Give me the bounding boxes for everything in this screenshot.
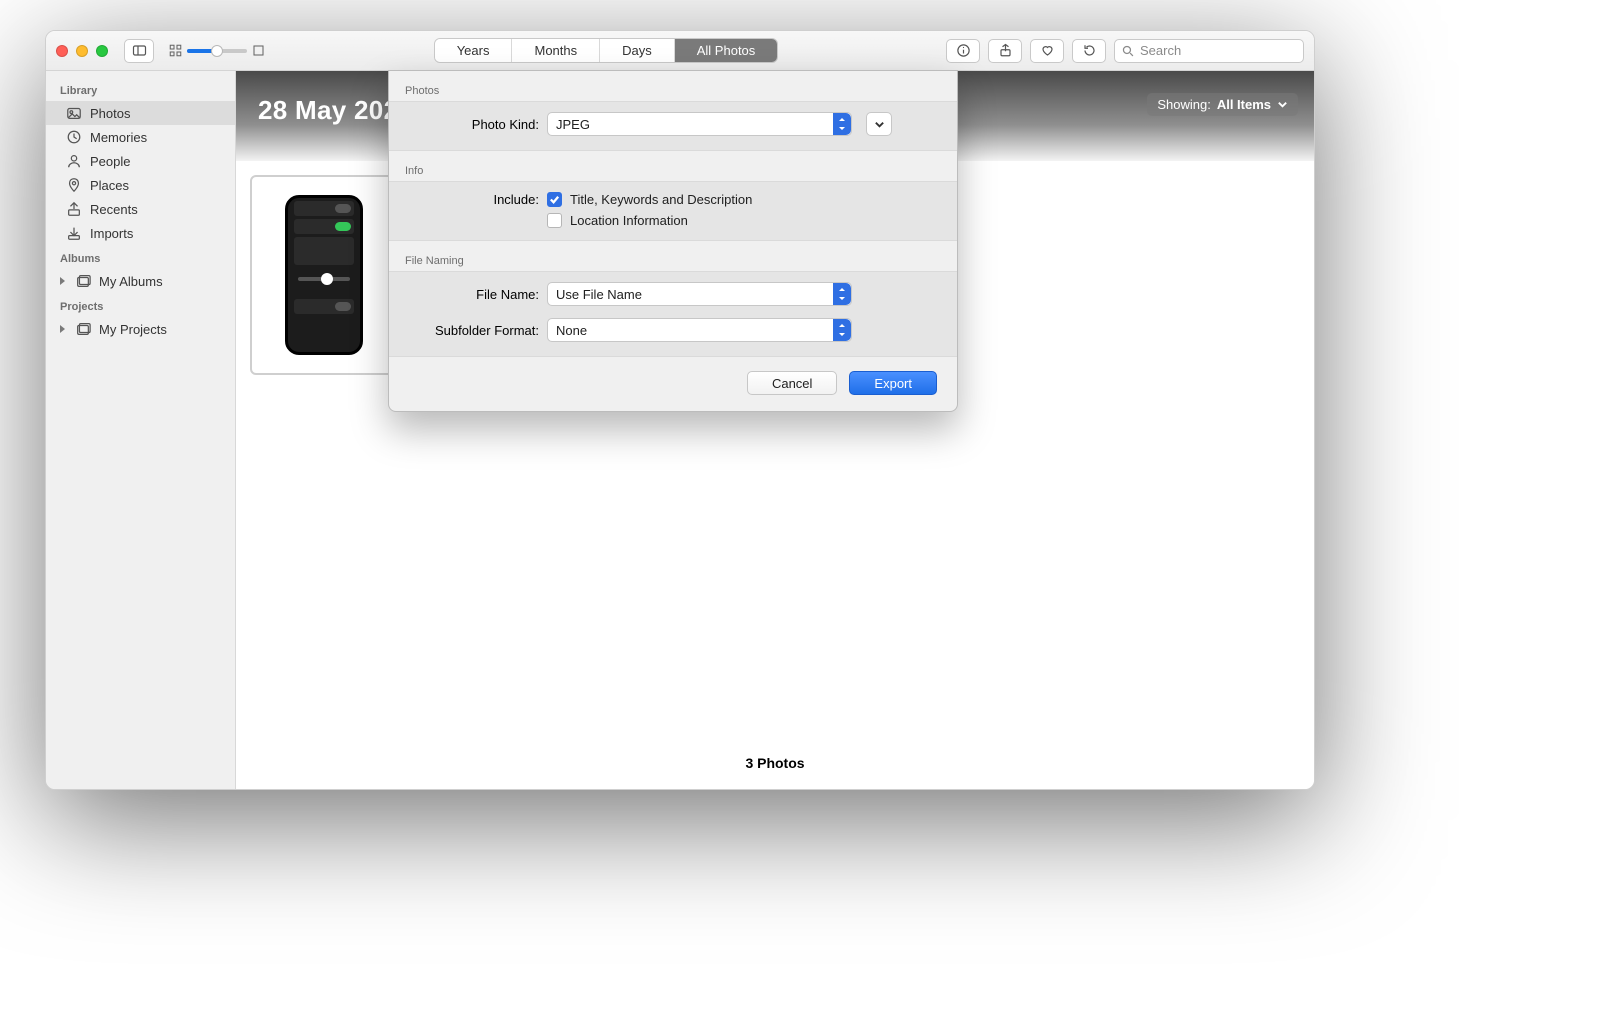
- album-icon: [75, 321, 91, 337]
- titlebar: YearsMonthsDaysAll Photos Search: [46, 31, 1314, 71]
- info-button[interactable]: [946, 39, 980, 63]
- info-icon: [956, 43, 971, 58]
- cancel-button[interactable]: Cancel: [747, 371, 837, 395]
- rotate-button[interactable]: [1072, 39, 1106, 63]
- sidebar-toggle-button[interactable]: [124, 39, 154, 63]
- photo-kind-select[interactable]: JPEG: [547, 112, 852, 136]
- share-icon: [998, 43, 1013, 58]
- zoom-window-button[interactable]: [96, 45, 108, 57]
- close-window-button[interactable]: [56, 45, 68, 57]
- export-button[interactable]: Export: [849, 371, 937, 395]
- sidebar-item-label: Photos: [90, 106, 130, 121]
- photos-app-window: YearsMonthsDaysAll Photos Search Library…: [45, 30, 1315, 790]
- sidebar-item-label: Imports: [90, 226, 133, 241]
- thumbnail-zoom-slider[interactable]: [168, 43, 266, 58]
- include-title-label: Title, Keywords and Description: [570, 192, 752, 207]
- disclosure-triangle-icon[interactable]: [60, 277, 65, 285]
- recents-icon: [66, 201, 82, 217]
- chevron-down-icon: [1277, 99, 1288, 110]
- subfolder-format-value: None: [556, 323, 587, 338]
- imports-icon: [66, 225, 82, 241]
- memories-icon: [66, 129, 82, 145]
- sidebar: Library Photos Memories People Places Recents…: [46, 71, 236, 789]
- share-button[interactable]: [988, 39, 1022, 63]
- file-name-value: Use File Name: [556, 287, 642, 302]
- section-filenaming-label: File Naming: [389, 241, 957, 271]
- search-icon: [1121, 44, 1135, 58]
- rotate-icon: [1082, 43, 1097, 58]
- sidebar-item-my-projects[interactable]: My Projects: [46, 317, 235, 341]
- view-segmented-control: YearsMonthsDaysAll Photos: [434, 38, 779, 63]
- sidebar-item-memories[interactable]: Memories: [46, 125, 235, 149]
- showing-filter-button[interactable]: Showing: All Items: [1147, 93, 1298, 116]
- showing-label: Showing:: [1157, 97, 1210, 112]
- subfolder-format-select[interactable]: None: [547, 318, 852, 342]
- photo-kind-label: Photo Kind:: [389, 117, 539, 132]
- disclosure-triangle-icon[interactable]: [60, 325, 65, 333]
- sidebar-item-photos[interactable]: Photos: [46, 101, 235, 125]
- sidebar-item-label: My Projects: [99, 322, 167, 337]
- sidebar-section-library: Library: [46, 77, 235, 101]
- file-name-label: File Name:: [389, 287, 539, 302]
- sidebar-item-recents[interactable]: Recents: [46, 197, 235, 221]
- chevron-down-icon: [874, 119, 885, 130]
- include-location-label: Location Information: [570, 213, 688, 228]
- include-location-checkbox[interactable]: [547, 213, 562, 228]
- include-title-checkbox[interactable]: [547, 192, 562, 207]
- photo-count: 3 Photos: [236, 755, 1314, 771]
- photos-icon: [66, 105, 82, 121]
- grid-small-icon: [168, 43, 183, 58]
- sidebar-item-imports[interactable]: Imports: [46, 221, 235, 245]
- album-icon: [75, 273, 91, 289]
- include-label: Include:: [389, 192, 539, 207]
- subfolder-format-label: Subfolder Format:: [389, 323, 539, 338]
- sidebar-item-label: Places: [90, 178, 129, 193]
- sidebar-item-label: People: [90, 154, 130, 169]
- sidebar-item-places[interactable]: Places: [46, 173, 235, 197]
- sidebar-item-people[interactable]: People: [46, 149, 235, 173]
- select-arrows-icon: [833, 319, 851, 341]
- view-tab-days[interactable]: Days: [600, 39, 675, 62]
- people-icon: [66, 153, 82, 169]
- favorite-button[interactable]: [1030, 39, 1064, 63]
- search-field[interactable]: Search: [1114, 39, 1304, 63]
- window-traffic-lights: [56, 45, 108, 57]
- view-tab-years[interactable]: Years: [435, 39, 513, 62]
- minimize-window-button[interactable]: [76, 45, 88, 57]
- heart-icon: [1040, 43, 1055, 58]
- export-sheet: Photos Photo Kind: JPEG Info Include: Ti…: [388, 70, 958, 412]
- photo-thumbnail[interactable]: [250, 175, 398, 375]
- places-icon: [66, 177, 82, 193]
- file-name-select[interactable]: Use File Name: [547, 282, 852, 306]
- sidebar-item-label: Memories: [90, 130, 147, 145]
- sidebar-item-label: Recents: [90, 202, 138, 217]
- view-tab-months[interactable]: Months: [512, 39, 600, 62]
- grid-large-icon: [251, 43, 266, 58]
- thumbnail-preview: [285, 195, 363, 355]
- sidebar-section-projects: Projects: [46, 293, 235, 317]
- photo-kind-value: JPEG: [556, 117, 590, 132]
- sidebar-icon: [132, 43, 147, 58]
- section-info-label: Info: [389, 151, 957, 181]
- sidebar-item-my-albums[interactable]: My Albums: [46, 269, 235, 293]
- sidebar-section-albums: Albums: [46, 245, 235, 269]
- view-tab-all-photos[interactable]: All Photos: [675, 39, 778, 62]
- select-arrows-icon: [833, 113, 851, 135]
- section-photos-label: Photos: [389, 71, 957, 101]
- select-arrows-icon: [833, 283, 851, 305]
- showing-value: All Items: [1217, 97, 1271, 112]
- expand-options-button[interactable]: [866, 112, 892, 136]
- sidebar-item-label: My Albums: [99, 274, 163, 289]
- search-placeholder: Search: [1140, 43, 1181, 58]
